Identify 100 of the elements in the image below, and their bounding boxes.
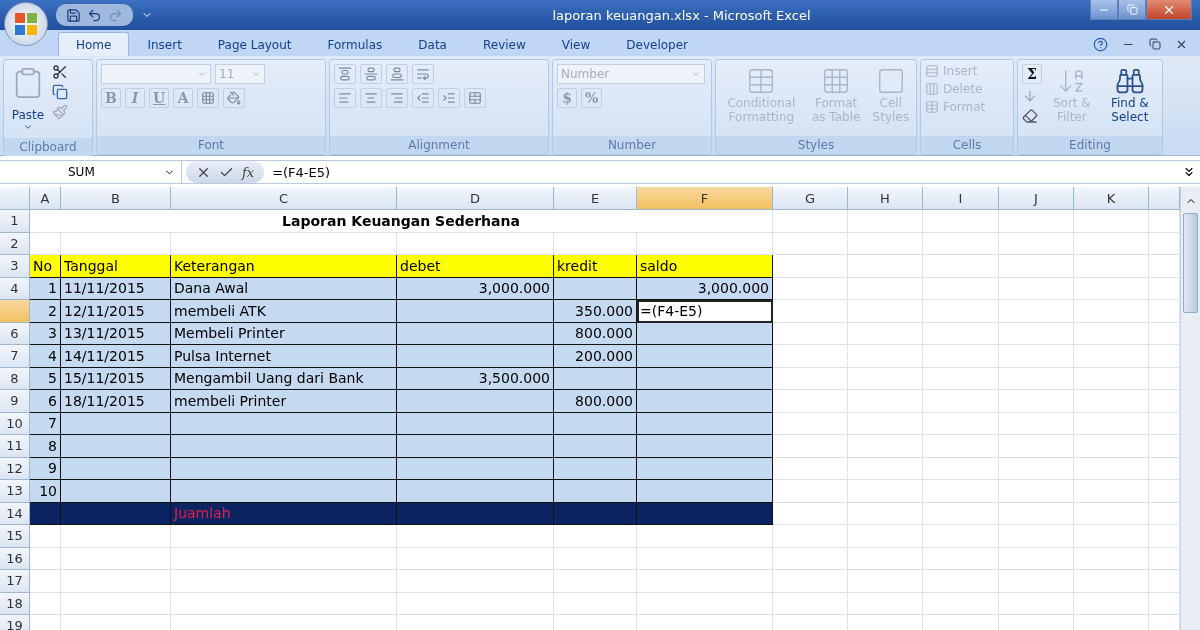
row-header[interactable]: 1 [0, 210, 30, 233]
expand-icon[interactable] [1182, 165, 1196, 179]
copy-icon[interactable] [52, 84, 68, 100]
font-name-field[interactable] [101, 64, 211, 84]
office-button[interactable] [4, 2, 48, 46]
column-header[interactable]: A [30, 187, 61, 210]
row-header[interactable]: 2 [0, 232, 30, 255]
wrap-text-icon [416, 67, 430, 81]
row-header[interactable]: 17 [0, 570, 30, 593]
table-cell: 10 [30, 480, 61, 503]
ribbon-tab[interactable]: Developer [608, 32, 706, 56]
undo-icon[interactable] [87, 7, 102, 23]
indent-decrease-button[interactable] [412, 88, 434, 108]
table-cell: 5 [30, 367, 61, 390]
row-header[interactable]: 10 [0, 412, 30, 435]
ribbon-tab[interactable]: Insert [129, 32, 200, 56]
table-cell [1149, 457, 1180, 480]
wrap-text-button[interactable] [412, 64, 434, 84]
redo-icon[interactable] [108, 7, 123, 23]
insert-function-button[interactable]: fx [242, 164, 255, 180]
table-cell: membeli Printer [171, 390, 397, 413]
indent-increase-button[interactable] [438, 88, 460, 108]
caret-icon [691, 69, 701, 79]
column-header[interactable]: C [171, 187, 397, 210]
column-header[interactable]: K [1074, 187, 1149, 210]
table-cell: 7 [30, 412, 61, 435]
merge-cells-icon [468, 91, 482, 105]
row-header[interactable]: 15 [0, 525, 30, 548]
align-top-button[interactable] [334, 64, 356, 84]
row-header[interactable]: 7 [0, 345, 30, 368]
table-cell [1149, 210, 1180, 233]
row-header[interactable]: 19 [0, 615, 30, 630]
table-cell: 8 [30, 435, 61, 458]
row-header[interactable]: 16 [0, 547, 30, 570]
autosum-button[interactable]: Σ [1022, 64, 1042, 84]
table-cell: membeli ATK [171, 300, 397, 323]
ribbon-tab[interactable]: Home [58, 32, 130, 56]
align-right-button[interactable] [386, 88, 408, 108]
align-left-button[interactable] [334, 88, 356, 108]
name-box[interactable]: SUM [0, 161, 182, 183]
group-label: Alignment [330, 136, 548, 154]
row-header[interactable]: 3 [0, 255, 30, 278]
column-header[interactable]: J [999, 187, 1074, 210]
active-cell[interactable]: =(F4-E5) [637, 300, 773, 323]
ribbon-tab[interactable]: Review [464, 32, 544, 56]
align-bottom-button[interactable] [386, 64, 408, 84]
row-header[interactable] [0, 300, 30, 323]
borders-button[interactable] [197, 88, 220, 108]
merge-cells-button[interactable] [464, 88, 486, 108]
row-header[interactable]: 6 [0, 322, 30, 345]
vertical-scrollbar[interactable] [1180, 187, 1200, 630]
restore-icon[interactable] [1149, 38, 1161, 50]
table-cell: Pulsa Internet [171, 345, 397, 368]
column-header[interactable]: E [554, 187, 637, 210]
row-header[interactable]: 13 [0, 480, 30, 503]
fill-color-button[interactable] [223, 88, 246, 108]
column-header[interactable]: F [637, 187, 773, 210]
minimize-button[interactable] [1090, 0, 1118, 20]
row-header[interactable]: 14 [0, 502, 30, 525]
table-cell: Mengambil Uang dari Bank [171, 367, 397, 390]
row-header[interactable]: 18 [0, 592, 30, 615]
ribbon-tab[interactable]: Page Layout [199, 32, 310, 56]
restore-icon [1126, 4, 1138, 15]
close-button[interactable] [1146, 0, 1192, 20]
editing-button[interactable]: Find & Select [1101, 64, 1158, 126]
table-cell: kredit [554, 255, 637, 278]
column-header[interactable]: B [61, 187, 171, 210]
help-icon[interactable] [1093, 36, 1108, 52]
align-middle-button[interactable] [360, 64, 382, 84]
save-icon[interactable] [66, 7, 81, 23]
eraser-icon[interactable] [1022, 108, 1038, 124]
column-header[interactable]: D [397, 187, 554, 210]
table-icon [925, 100, 939, 114]
column-header[interactable]: H [848, 187, 923, 210]
table-cell: debet [397, 255, 554, 278]
ribbon-tab[interactable]: View [543, 32, 609, 56]
column-header[interactable]: G [773, 187, 848, 210]
formula-field[interactable]: =(F4-E5) [264, 164, 1182, 180]
paste-button[interactable]: Paste [8, 64, 48, 134]
caret-icon [23, 122, 33, 132]
scissors-icon[interactable] [52, 64, 68, 80]
align-center-button[interactable] [360, 88, 382, 108]
row-header[interactable]: 9 [0, 390, 30, 413]
table-cell: Keterangan [171, 255, 397, 278]
row-header[interactable]: 4 [0, 277, 30, 300]
select-all-corner[interactable] [0, 187, 30, 210]
restore-button[interactable] [1118, 0, 1146, 20]
ribbon-tab[interactable]: Formulas [309, 32, 401, 56]
column-header[interactable]: I [923, 187, 999, 210]
scroll-thumb[interactable] [1183, 213, 1198, 313]
column-header[interactable] [1149, 187, 1180, 210]
table-cell [1149, 345, 1180, 368]
row-header[interactable]: 11 [0, 435, 30, 458]
ribbon-tab[interactable]: Data [400, 32, 465, 56]
table-cell: 18/11/2015 [61, 390, 171, 413]
align-right-icon [390, 91, 404, 105]
align-top-icon [338, 67, 352, 81]
row-header[interactable]: 8 [0, 367, 30, 390]
row-header[interactable]: 12 [0, 457, 30, 480]
table-cell: Membeli Printer [171, 322, 397, 345]
